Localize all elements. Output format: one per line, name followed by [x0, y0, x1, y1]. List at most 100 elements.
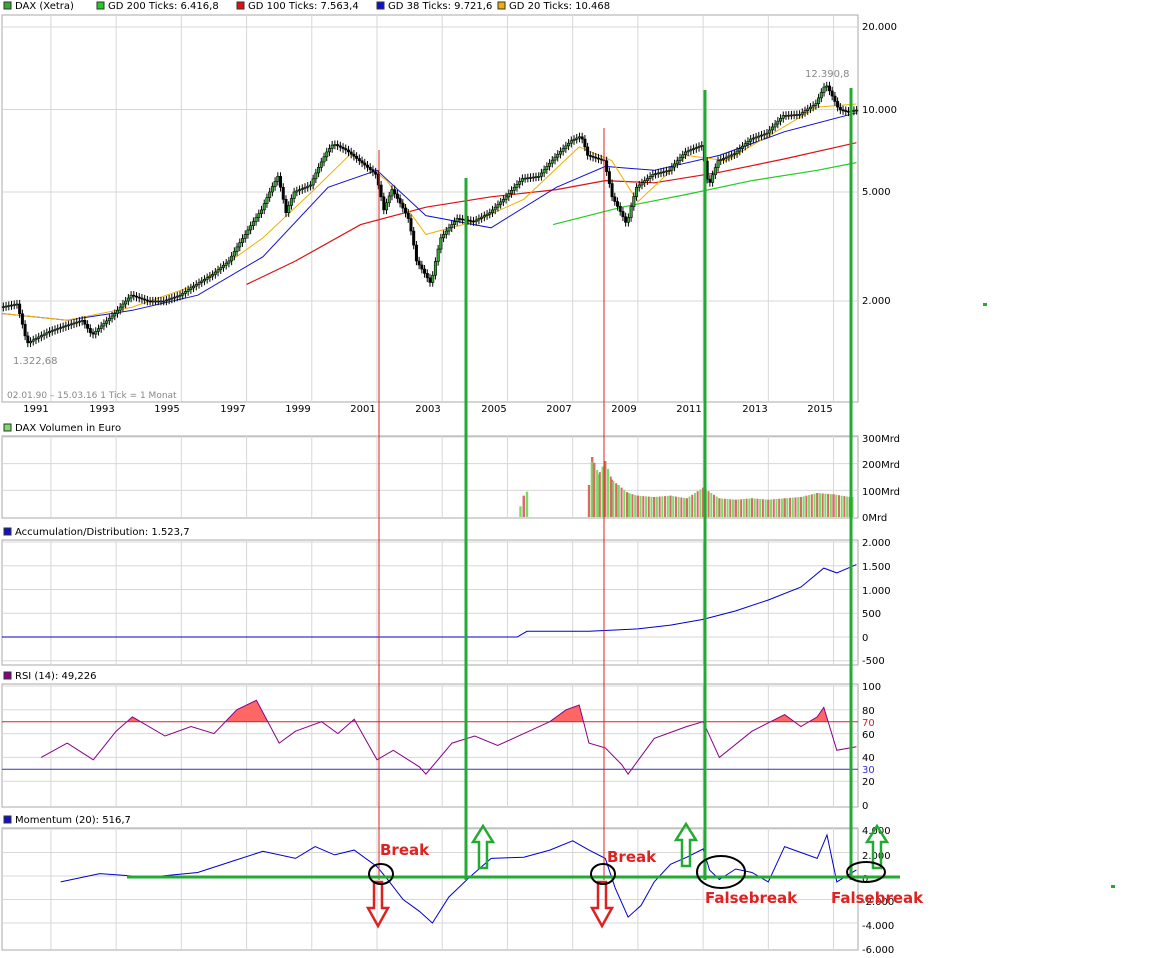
candle-body [732, 153, 736, 156]
candle-body [580, 136, 584, 140]
ad-y-tick: 500 [862, 609, 881, 620]
volume-bar [786, 498, 789, 517]
candle-body [808, 106, 812, 110]
candle-body [363, 162, 367, 166]
candle-body [238, 242, 242, 248]
volume-bar [753, 498, 756, 517]
break-label-2008: Break [607, 848, 657, 866]
candle-body [99, 325, 103, 329]
candle-body [545, 166, 549, 170]
candle-body [306, 185, 310, 188]
rsi-title: RSI (14): 49,226 [15, 671, 97, 682]
volume-bar [696, 491, 699, 517]
volume-bar [791, 497, 794, 517]
candle-body [232, 251, 236, 257]
rsi-y-tick: 40 [862, 753, 875, 764]
volume-bar [721, 498, 724, 517]
candle-body [29, 341, 33, 344]
candle-body [336, 144, 340, 147]
candle-body [417, 260, 421, 266]
x-tick: 1997 [220, 404, 245, 415]
candle-body [173, 296, 177, 299]
candle-body [575, 137, 579, 140]
candle-body [86, 323, 90, 329]
candle-body [529, 177, 533, 179]
candle-body [298, 189, 302, 192]
volume-bar [628, 493, 631, 517]
candle-body [827, 85, 831, 92]
candle-body [262, 203, 266, 211]
candle-body [145, 299, 149, 302]
ad-y-tick: 1.000 [862, 586, 891, 597]
x-tick: 1993 [89, 404, 114, 415]
volume-bar [802, 496, 805, 517]
candle-body [605, 160, 609, 172]
panel-frame [1, 14, 859, 403]
candle-body [471, 220, 475, 223]
candle-body [558, 151, 562, 155]
volume-bar [821, 493, 824, 517]
volume-bar [615, 483, 618, 517]
volume-bar [808, 495, 811, 517]
candle-body [170, 297, 174, 300]
volume-bar [683, 497, 686, 517]
candle-body [697, 146, 701, 148]
volume-bar [710, 493, 713, 517]
volume-bar [598, 472, 601, 517]
volume-bar [832, 494, 835, 517]
candle-body [567, 142, 571, 147]
candle-body [26, 335, 30, 344]
volume-y-tick: 0Mrd [862, 513, 887, 524]
volume-bar [780, 498, 783, 517]
rsi-y-tick: 0 [862, 801, 868, 812]
candle-body [670, 166, 674, 171]
candle-body [107, 318, 111, 322]
candle-body [1, 306, 5, 308]
candle-body [276, 176, 280, 182]
price-legend: DAX (Xetra) GD 200 Ticks: 6.416,8 GD 100… [3, 1, 610, 12]
volume-bar [824, 493, 827, 517]
volume-bar [794, 497, 797, 517]
volume-bar [699, 489, 702, 517]
candle-body [749, 138, 753, 142]
candle-body [844, 110, 848, 112]
legend-label-sma200: GD 200 Ticks: 6.416,8 [108, 1, 219, 12]
candle-body [39, 335, 43, 338]
candle-body [607, 171, 611, 184]
candle-body [762, 133, 766, 136]
candle-body [539, 172, 543, 177]
candle-body [452, 221, 456, 225]
volume-bar [519, 506, 522, 517]
volume-bar [840, 495, 843, 517]
candle-body [738, 148, 742, 152]
candle-body [667, 169, 671, 172]
volume-bar [761, 499, 764, 517]
panel-frame [1, 539, 859, 666]
candle-body [227, 260, 231, 264]
x-tick: 1995 [154, 404, 179, 415]
candle-body [501, 199, 505, 203]
volume-bar [745, 498, 748, 517]
volume-bar [805, 495, 808, 517]
candle-body [80, 320, 84, 322]
candle-body [53, 329, 57, 331]
candle-body [129, 294, 133, 299]
candle-body [333, 144, 337, 146]
candle-body [599, 158, 603, 161]
volume-bar [816, 493, 819, 517]
candle-body [83, 320, 87, 325]
candle-body [77, 320, 81, 323]
candle-body [181, 293, 185, 296]
candle-body [711, 174, 715, 183]
candle-body [317, 167, 321, 174]
candle-body [371, 169, 375, 173]
candle-body [664, 170, 668, 173]
volume-bar [634, 494, 637, 517]
candle-body [583, 138, 587, 148]
volume-bar [810, 494, 813, 517]
ad-y-tick: 0 [862, 633, 868, 644]
candle-body [273, 181, 277, 187]
volume-bar [726, 499, 729, 517]
candle-body [175, 295, 179, 298]
candle-body [534, 176, 538, 179]
